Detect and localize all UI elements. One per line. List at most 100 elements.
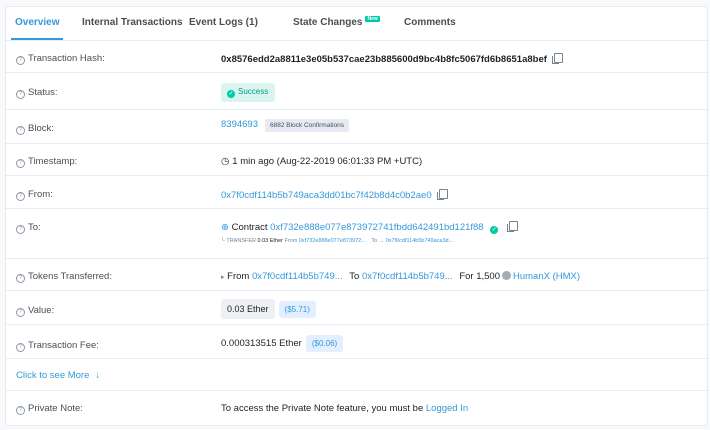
tab-comments-label: Comments <box>404 17 456 28</box>
see-more-label: Click to see More <box>16 370 90 381</box>
transfer-to-word: To <box>371 238 378 244</box>
status-text: Success <box>238 87 269 96</box>
caret-right-icon: ▸ <box>221 274 225 281</box>
tab-comments[interactable]: Comments <box>404 7 456 40</box>
tab-overview[interactable]: Overview <box>11 7 64 40</box>
row-private-note: ? Private Note: To access the Private Not… <box>6 391 707 425</box>
token-name-link[interactable]: HumanX (HMX) <box>513 271 580 282</box>
question-icon: ? <box>16 343 25 352</box>
new-badge: New <box>365 16 380 22</box>
tab-internal-transactions[interactable]: Internal Transactions <box>82 7 183 40</box>
copy-icon[interactable] <box>551 53 563 64</box>
verified-check-icon: ✓ <box>490 226 499 234</box>
transfer-from-word: From <box>284 238 298 244</box>
row-value: ? Value: 0.03 Ether ($5.71) <box>6 291 707 325</box>
clock-icon: ◷ <box>221 156 230 167</box>
row-status: ? Status: ✓ Success <box>6 73 707 110</box>
value-label: Value: <box>28 305 55 316</box>
private-note-text: To access the Private Note feature, you … <box>221 403 424 414</box>
tokens-to-link[interactable]: 0x7f0cdf114b5b749... <box>362 271 453 282</box>
contract-prefix: Contract <box>231 222 268 233</box>
label-private-note: ? Private Note: <box>16 403 83 415</box>
transfer-amount: 0.03 Ether <box>257 238 283 244</box>
to-label: To: <box>28 222 41 233</box>
fee-ether-text: 0.000313515 Ether <box>221 338 302 349</box>
arrow-down-icon: ↓ <box>95 370 101 381</box>
token-logo-icon <box>501 271 511 280</box>
from-address-link[interactable]: 0x7f0cdf114b5b749aca3dd01bc7f42b8d4c0b2a… <box>221 190 432 201</box>
row-transaction-hash: ? Transaction Hash: 0x8576edd2a8811e3e05b… <box>6 40 707 73</box>
transfer-from-link[interactable]: 0xf732e888e077e873972... <box>299 238 366 244</box>
value-private-note: To access the Private Note feature, you … <box>221 403 468 414</box>
label-to: ? To: <box>16 222 41 234</box>
private-note-label: Private Note: <box>28 403 83 414</box>
question-icon: ? <box>16 126 25 135</box>
fee-usd-badge: ($0.06) <box>305 335 344 352</box>
status-badge: ✓ Success <box>221 83 276 102</box>
question-icon: ? <box>16 56 25 65</box>
label-timestamp: ? Timestamp: <box>16 156 77 168</box>
transfer-label: TRANSFER <box>226 238 256 244</box>
value-fee: 0.000313515 Ether ($0.06) <box>221 335 344 352</box>
transfer-arrow-icon: └ <box>221 238 225 244</box>
tab-event-logs-label: Event Logs (1) <box>189 17 258 28</box>
label-status: ? Status: <box>16 87 58 99</box>
tab-bar: Overview Internal Transactions Event Log… <box>6 7 707 41</box>
tokens-label: Tokens Transferred: <box>28 271 112 282</box>
copy-icon[interactable] <box>436 189 448 200</box>
question-icon: ? <box>16 406 25 415</box>
see-more-link[interactable]: Click to see More ↓ <box>16 370 100 381</box>
row-see-more: Click to see More ↓ <box>6 359 707 391</box>
question-icon: ? <box>16 90 25 99</box>
tokens-from-word: From <box>227 271 250 282</box>
right-arrow-icon: → <box>378 238 385 244</box>
block-label: Block: <box>28 123 54 134</box>
tab-state-changes[interactable]: State Changes New <box>293 7 380 40</box>
tokens-amount: 1,500 <box>476 271 500 282</box>
label-from: ? From: <box>16 189 53 201</box>
tokens-from-link[interactable]: 0x7f0cdf114b5b749... <box>252 271 343 282</box>
question-icon: ? <box>16 159 25 168</box>
row-timestamp: ? Timestamp: ◷ 1 min ago (Aug-22-2019 06:0… <box>6 144 707 176</box>
timestamp-label: Timestamp: <box>28 156 78 167</box>
block-confirmations-badge: 6882 Block Confirmations <box>264 119 350 132</box>
row-block: ? Block: 8394693 6882 Block Confirmations <box>6 110 707 144</box>
contract-icon: ⊕ <box>221 222 229 233</box>
row-tokens-transferred: ? Tokens Transferred: ▸ From 0x7f0cdf114b… <box>6 259 707 291</box>
from-label: From: <box>28 189 53 200</box>
label-tokens: ? Tokens Transferred: <box>16 271 112 283</box>
internal-transfer-line: └ TRANSFER 0.03 Ether From 0xf732e888e07… <box>221 238 453 244</box>
label-value: ? Value: <box>16 305 54 317</box>
to-contract-link[interactable]: 0xf732e888e077e873972741fbdd642491bd121f… <box>270 222 483 233</box>
row-transaction-fee: ? Transaction Fee: 0.000313515 Ether ($0.0… <box>6 325 707 359</box>
timestamp-text: 1 min ago (Aug-22-2019 06:01:33 PM +UTC) <box>232 156 423 167</box>
value-transaction-hash: 0x8576edd2a8811e3e05b537cae23b885600d9bc… <box>221 53 563 65</box>
value-tokens: ▸ From 0x7f0cdf114b5b749... To 0x7f0cdf1… <box>221 271 580 282</box>
question-icon: ? <box>16 192 25 201</box>
value-from: 0x7f0cdf114b5b749aca3dd01bc7f42b8d4c0b2a… <box>221 189 448 201</box>
transaction-hash-text: 0x8576edd2a8811e3e05b537cae23b885600d9bc… <box>221 54 547 65</box>
check-circle-icon: ✓ <box>227 90 235 98</box>
value-ether-badge: 0.03 Ether <box>221 299 275 319</box>
tab-event-logs[interactable]: Event Logs (1) <box>189 7 258 40</box>
tab-internal-transactions-label: Internal Transactions <box>82 17 183 28</box>
question-icon: ? <box>16 274 25 283</box>
row-to: ? To: ⊕ Contract 0xf732e888e077e873972741… <box>6 209 707 259</box>
copy-icon[interactable] <box>506 221 518 232</box>
question-icon: ? <box>16 308 25 317</box>
label-block: ? Block: <box>16 123 54 135</box>
value-value: 0.03 Ether ($5.71) <box>221 299 316 319</box>
tokens-for-word: For <box>459 271 474 282</box>
row-from: ? From: 0x7f0cdf114b5b749aca3dd01bc7f42b8… <box>6 176 707 209</box>
transaction-hash-label: Transaction Hash: <box>28 53 105 64</box>
transaction-details-card: Overview Internal Transactions Event Log… <box>5 6 708 426</box>
transfer-to-link[interactable]: 0x7f0cdf114b5b749aca3d... <box>386 238 453 244</box>
login-link[interactable]: Logged In <box>426 403 468 414</box>
label-transaction-hash: ? Transaction Hash: <box>16 53 105 65</box>
tab-state-changes-label: State Changes <box>293 17 363 28</box>
value-block: 8394693 6882 Block Confirmations <box>221 119 350 132</box>
tokens-to-word: To <box>349 271 360 282</box>
value-timestamp: ◷ 1 min ago (Aug-22-2019 06:01:33 PM +UTC… <box>221 156 422 167</box>
value-status: ✓ Success <box>221 83 276 102</box>
block-number-link[interactable]: 8394693 <box>221 119 258 130</box>
